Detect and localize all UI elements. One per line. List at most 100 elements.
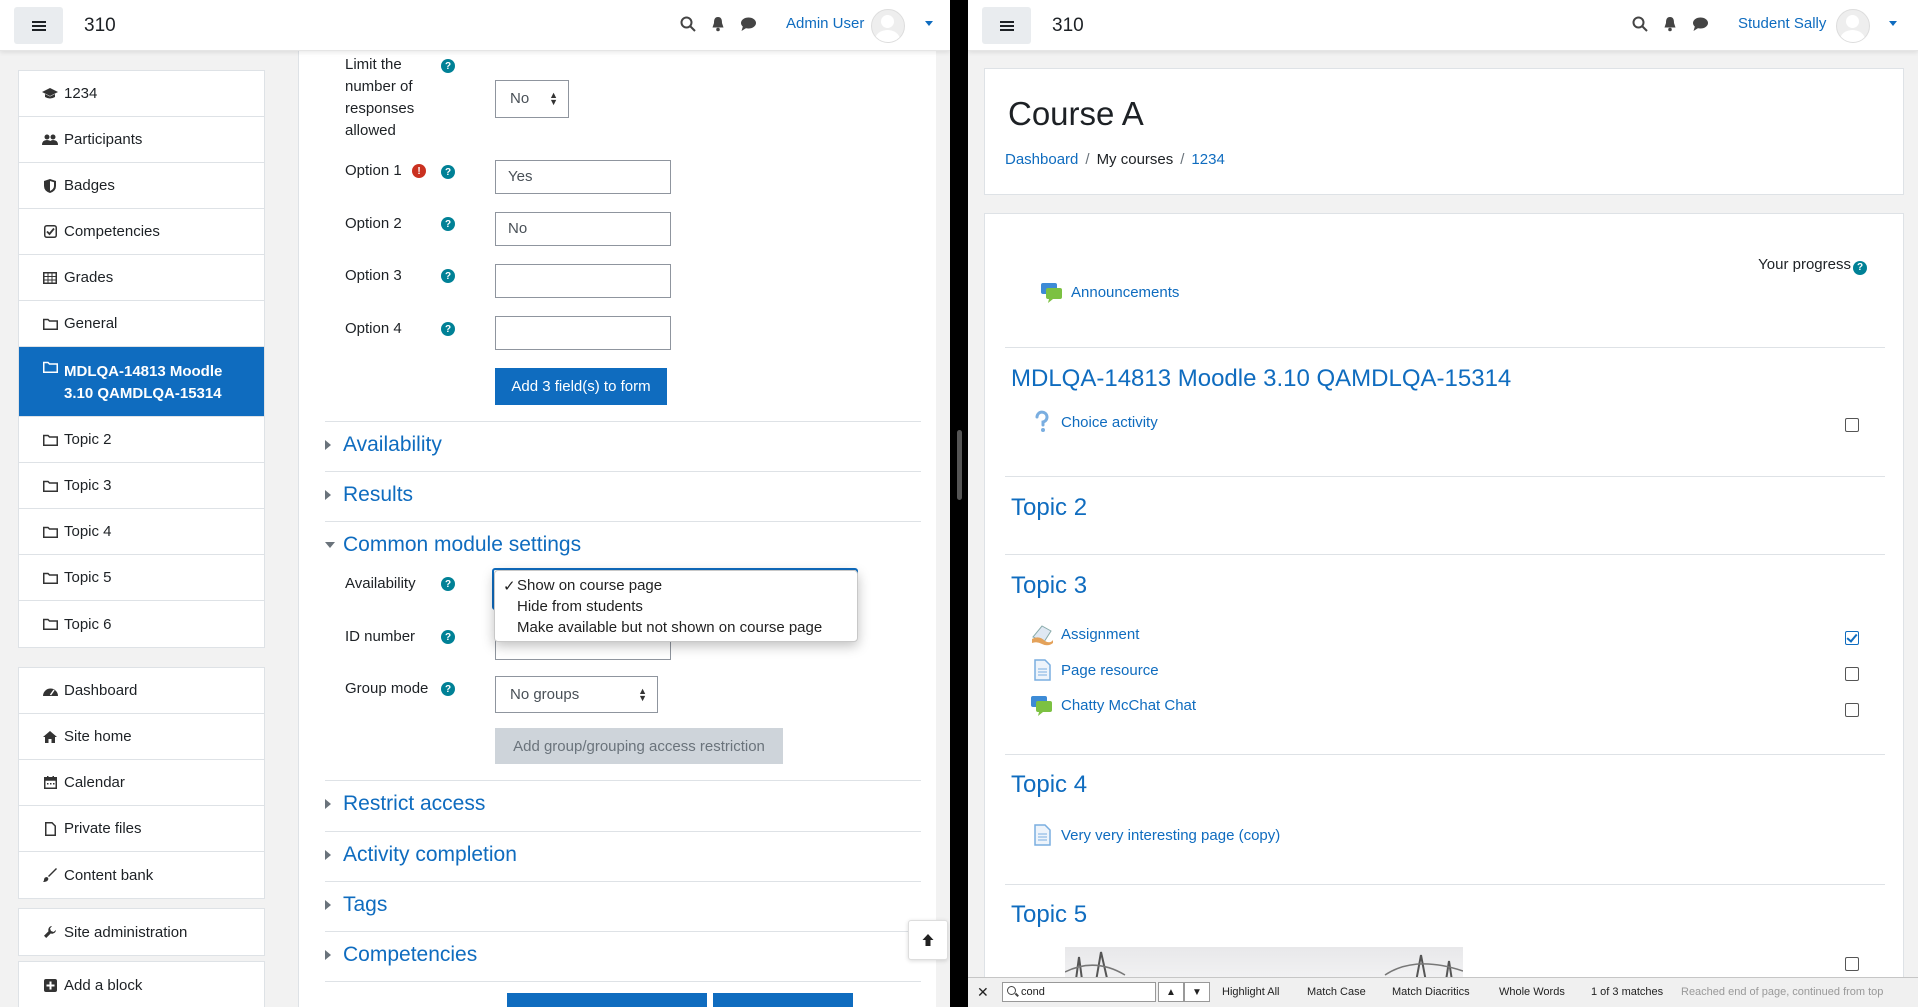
- save-and-display-button[interactable]: [713, 993, 853, 1007]
- section-tags[interactable]: Tags: [325, 881, 921, 932]
- help-icon[interactable]: ?: [441, 217, 455, 231]
- activity-link[interactable]: Assignment: [1061, 626, 1139, 643]
- nav-item-topic-4[interactable]: Topic 4: [19, 509, 264, 555]
- nav-item-site-home[interactable]: Site home: [19, 714, 264, 760]
- whole-words-toggle[interactable]: Whole Words: [1499, 986, 1565, 998]
- activity-page-copy[interactable]: Very very interesting page (copy): [1030, 823, 1280, 847]
- nav-item-competencies[interactable]: Competencies: [19, 209, 264, 255]
- help-icon[interactable]: ?: [441, 577, 455, 591]
- dropdown-option[interactable]: Show on course page: [517, 577, 662, 594]
- nav-item-calendar[interactable]: Calendar: [19, 760, 264, 806]
- group-mode-select[interactable]: No groups ▲ ▼: [495, 676, 658, 713]
- option-4-input[interactable]: [495, 316, 671, 350]
- nav-item-private-files[interactable]: Private files: [19, 806, 264, 852]
- section-title[interactable]: MDLQA-14813 Moodle 3.10 QAMDLQA-15314: [1011, 365, 1511, 393]
- activity-link[interactable]: Announcements: [1071, 284, 1179, 301]
- section-title[interactable]: Topic 3: [1011, 572, 1087, 600]
- match-case-toggle[interactable]: Match Case: [1307, 986, 1366, 998]
- nav-item-mdlqa-14813-moodle-3-10-qamdlqa-15314[interactable]: MDLQA-14813 Moodle 3.10 QAMDLQA-15314: [19, 347, 264, 417]
- site-name[interactable]: 310: [1052, 15, 1084, 37]
- drawer-toggle-button[interactable]: [14, 7, 63, 44]
- section-title[interactable]: Topic 4: [1011, 771, 1087, 799]
- option-2-input[interactable]: No: [495, 212, 671, 246]
- breadcrumb-dashboard[interactable]: Dashboard: [1005, 151, 1078, 168]
- limit-responses-select[interactable]: No ▲ ▼: [495, 80, 569, 118]
- chevron-down-icon[interactable]: [1889, 21, 1897, 26]
- user-menu-name[interactable]: Admin User: [786, 15, 864, 32]
- completion-checkbox[interactable]: [1845, 631, 1859, 645]
- section-availability[interactable]: Availability: [325, 421, 921, 472]
- section-common-module-settings[interactable]: Common module settings: [325, 521, 921, 572]
- match-diacritics-toggle[interactable]: Match Diacritics: [1392, 986, 1470, 998]
- help-icon[interactable]: ?: [441, 682, 455, 696]
- help-icon[interactable]: ?: [441, 322, 455, 336]
- nav-item-content-bank[interactable]: Content bank: [19, 852, 264, 898]
- find-previous-button[interactable]: ▲: [1158, 982, 1184, 1002]
- help-icon[interactable]: ?: [441, 630, 455, 644]
- breadcrumb-my-courses[interactable]: My courses: [1097, 151, 1174, 168]
- chevron-down-icon[interactable]: [925, 21, 933, 26]
- option-1-input[interactable]: Yes: [495, 160, 671, 194]
- user-menu-name[interactable]: Student Sally: [1738, 15, 1826, 32]
- find-next-button[interactable]: ▼: [1184, 982, 1210, 1002]
- search-icon[interactable]: [680, 16, 696, 32]
- section-title[interactable]: Topic 2: [1011, 494, 1087, 522]
- nav-item-topic-3[interactable]: Topic 3: [19, 463, 264, 509]
- nav-item-dashboard[interactable]: Dashboard: [19, 668, 264, 714]
- drawer-toggle-button[interactable]: [982, 7, 1031, 44]
- search-icon[interactable]: [1632, 16, 1648, 32]
- completion-checkbox[interactable]: [1845, 418, 1859, 432]
- nav-item-topic-6[interactable]: Topic 6: [19, 601, 264, 647]
- activity-link[interactable]: Page resource: [1061, 662, 1159, 679]
- find-input[interactable]: cond: [1002, 982, 1156, 1002]
- completion-checkbox[interactable]: [1845, 703, 1859, 717]
- section-restrict-access[interactable]: Restrict access: [325, 780, 921, 831]
- highlight-all-toggle[interactable]: Highlight All: [1222, 986, 1279, 998]
- completion-checkbox[interactable]: [1845, 667, 1859, 681]
- activity-link[interactable]: Chatty McChat Chat: [1061, 697, 1196, 714]
- save-and-return-button[interactable]: [507, 993, 707, 1007]
- activity-choice[interactable]: Choice activity: [1030, 410, 1158, 434]
- completion-checkbox[interactable]: [1845, 957, 1859, 971]
- section-title[interactable]: Topic 5: [1011, 901, 1087, 929]
- option-3-input[interactable]: [495, 264, 671, 298]
- bell-icon[interactable]: [710, 16, 726, 32]
- section-activity-completion[interactable]: Activity completion: [325, 831, 921, 882]
- section-results[interactable]: Results: [325, 471, 921, 522]
- site-name[interactable]: 310: [84, 15, 116, 37]
- help-icon[interactable]: ?: [1853, 260, 1867, 275]
- bell-icon[interactable]: [1662, 16, 1678, 32]
- activity-page[interactable]: Page resource: [1030, 658, 1159, 682]
- help-icon[interactable]: ?: [441, 269, 455, 283]
- breadcrumb-course[interactable]: 1234: [1191, 151, 1224, 168]
- section-competencies[interactable]: Competencies: [325, 931, 921, 982]
- help-icon[interactable]: ?: [441, 165, 455, 179]
- avatar[interactable]: [871, 9, 905, 43]
- dropdown-option[interactable]: Make available but not shown on course p…: [517, 619, 822, 636]
- nav-item-topic-5[interactable]: Topic 5: [19, 555, 264, 601]
- shield-icon-glyph: [44, 178, 56, 193]
- activity-announcements[interactable]: Announcements: [1040, 280, 1179, 304]
- back-to-top-button[interactable]: [908, 920, 948, 960]
- add-group-restriction-button[interactable]: Add group/grouping access restriction: [495, 728, 783, 764]
- avatar[interactable]: [1836, 9, 1870, 43]
- split-view-divider[interactable]: [957, 430, 962, 500]
- nav-item-badges[interactable]: Badges: [19, 163, 264, 209]
- add-block-button[interactable]: Add a block: [19, 962, 264, 1007]
- activity-assignment[interactable]: Assignment: [1030, 622, 1139, 646]
- nav-item-topic-2[interactable]: Topic 2: [19, 417, 264, 463]
- activity-link[interactable]: Very very interesting page (copy): [1061, 827, 1280, 844]
- nav-item-site-administration[interactable]: Site administration: [19, 909, 264, 955]
- dropdown-option[interactable]: Hide from students: [517, 598, 643, 615]
- activity-link[interactable]: Choice activity: [1061, 414, 1158, 431]
- nav-item-grades[interactable]: Grades: [19, 255, 264, 301]
- message-icon[interactable]: [740, 16, 757, 32]
- help-icon[interactable]: ?: [441, 59, 455, 73]
- nav-item-general[interactable]: General: [19, 301, 264, 347]
- nav-item-1234[interactable]: 1234: [19, 71, 264, 117]
- activity-chat[interactable]: Chatty McChat Chat: [1030, 693, 1196, 717]
- nav-item-participants[interactable]: Participants: [19, 117, 264, 163]
- message-icon[interactable]: [1692, 16, 1709, 32]
- close-icon[interactable]: ✕: [977, 984, 989, 1001]
- add-fields-button[interactable]: Add 3 field(s) to form: [495, 368, 667, 405]
